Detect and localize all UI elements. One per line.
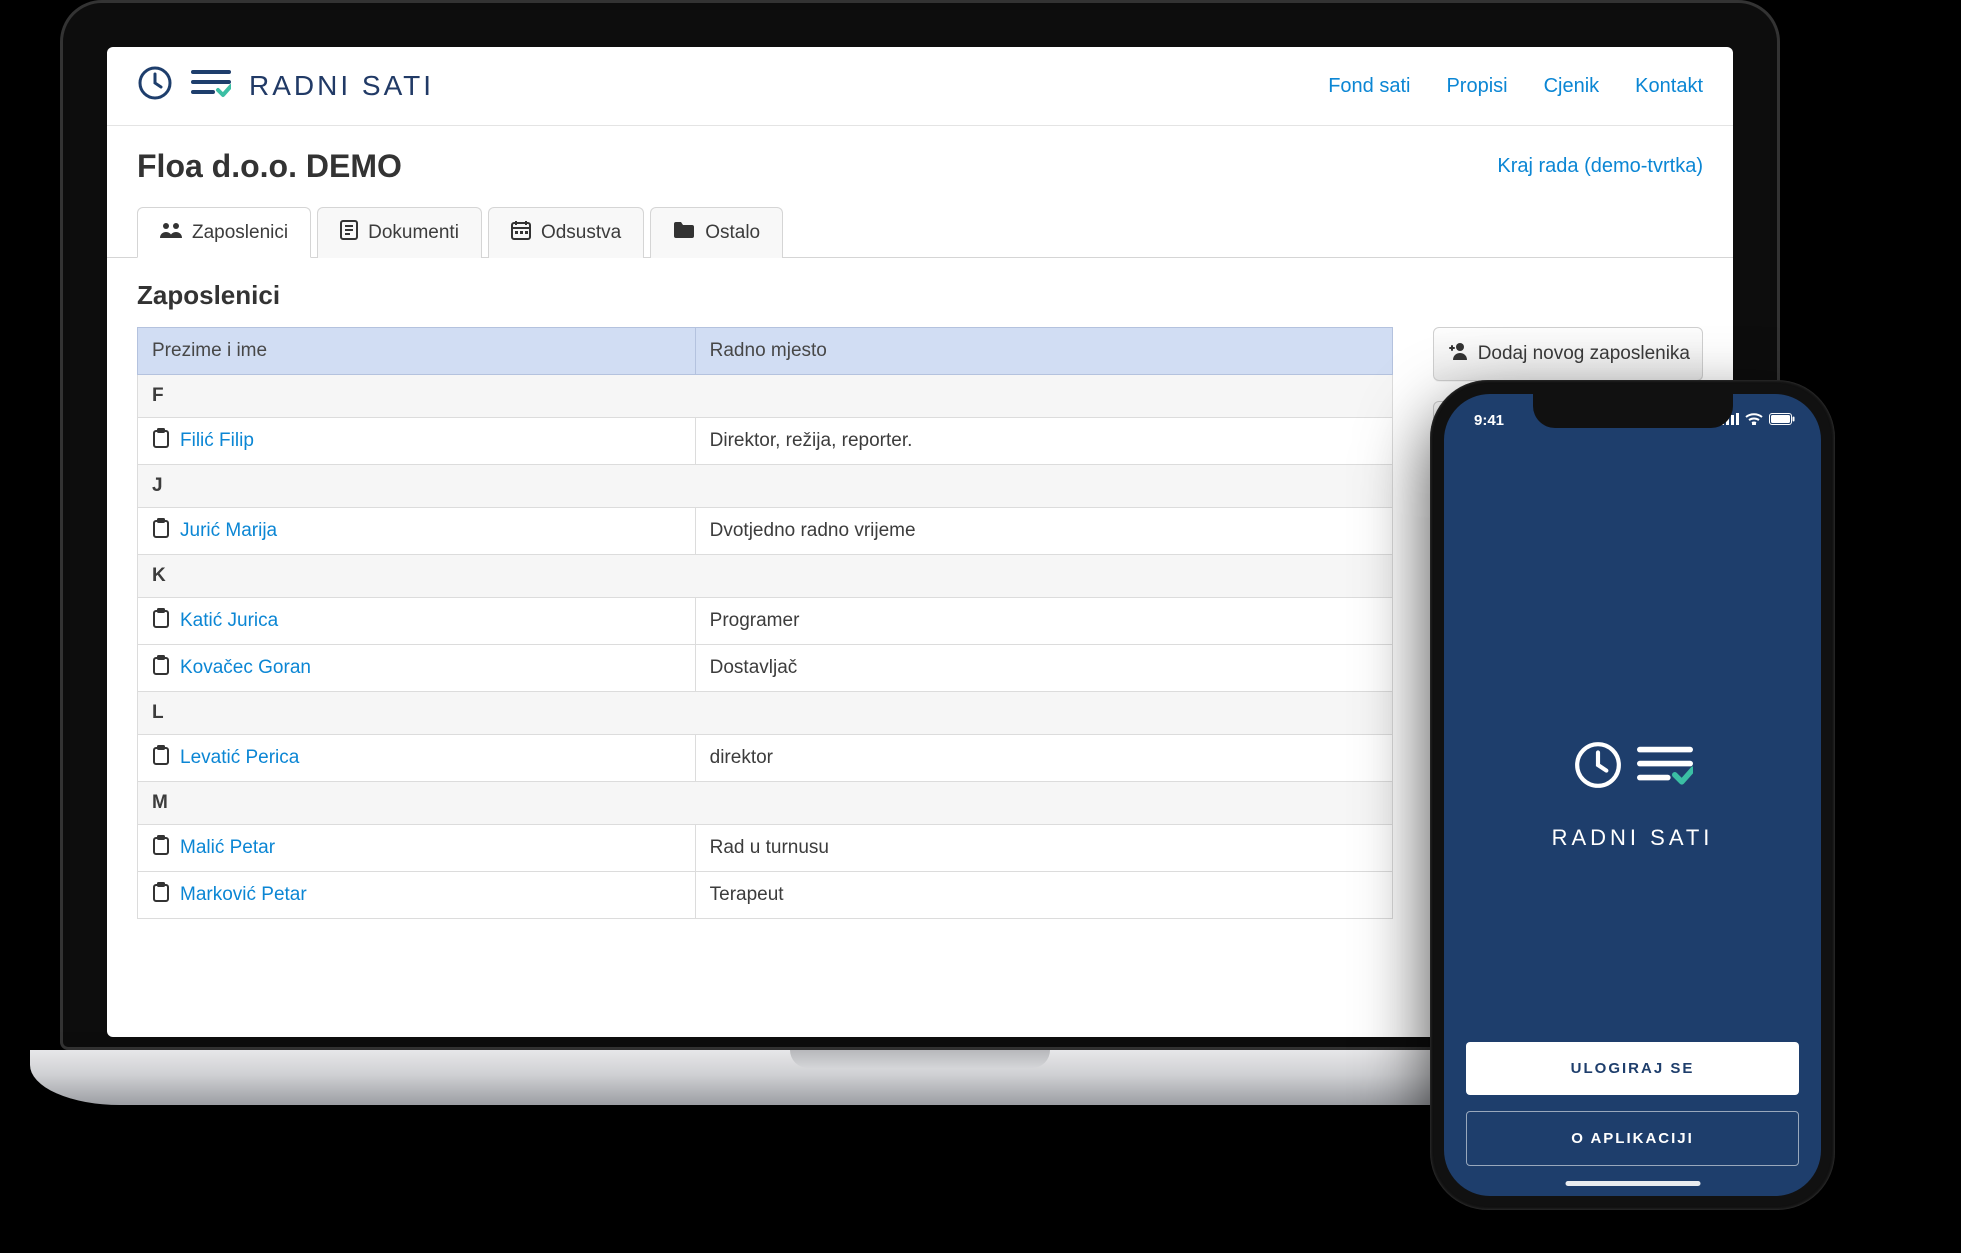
employee-job-cell: Direktor, režija, reporter. xyxy=(695,418,1392,465)
clipboard-icon xyxy=(152,835,170,861)
table-row[interactable]: Levatić Perica direktor xyxy=(138,735,1393,782)
topnav: Fond sati Propisi Cjenik Kontakt xyxy=(1328,75,1703,98)
employee-link[interactable]: Filić Filip xyxy=(180,430,254,451)
nav-kontakt[interactable]: Kontakt xyxy=(1635,75,1703,98)
employee-job-cell: Rad u turnusu xyxy=(695,825,1392,872)
employee-name-cell[interactable]: Jurić Marija xyxy=(138,508,696,555)
employee-job-cell: Programer xyxy=(695,598,1392,645)
phone-brand-label: RADNI SATI xyxy=(1552,825,1714,851)
phone-device: 9:41 RADNI SATI ULOGIRAJ SE O APLIKACIJI xyxy=(1430,380,1835,1210)
tab-label: Zaposlenici xyxy=(192,222,288,244)
letter-divider: M xyxy=(138,782,1393,825)
tab-ostalo[interactable]: Ostalo xyxy=(650,207,783,258)
tab-label: Ostalo xyxy=(705,222,760,244)
nav-cjenik[interactable]: Cjenik xyxy=(1544,75,1600,98)
employee-name-cell[interactable]: Marković Petar xyxy=(138,872,696,919)
add-employee-label: Dodaj novog zaposlenika xyxy=(1478,343,1690,365)
phone-frame: 9:41 RADNI SATI ULOGIRAJ SE O APLIKACIJI xyxy=(1430,380,1835,1210)
phone-login-button[interactable]: ULOGIRAJ SE xyxy=(1466,1042,1799,1095)
employee-table-wrapper: Prezime i ime Radno mjesto F Filić Filip D… xyxy=(137,327,1393,919)
phone-button-group: ULOGIRAJ SE O APLIKACIJI xyxy=(1444,1042,1821,1166)
employee-link[interactable]: Kovačec Goran xyxy=(180,657,311,678)
nav-propisi[interactable]: Propisi xyxy=(1446,75,1507,98)
letter-divider: K xyxy=(138,555,1393,598)
clipboard-icon xyxy=(152,518,170,544)
letter-divider: F xyxy=(138,375,1393,418)
nav-fond-sati[interactable]: Fond sati xyxy=(1328,75,1410,98)
employee-job-cell: Dostavljač xyxy=(695,645,1392,692)
phone-notch xyxy=(1533,394,1733,428)
brand-label: RADNI SATI xyxy=(249,70,434,102)
employee-link[interactable]: Malić Petar xyxy=(180,837,275,858)
tab-dokumenti[interactable]: Dokumenti xyxy=(317,207,482,258)
add-employee-button[interactable]: Dodaj novog zaposlenika xyxy=(1433,327,1703,381)
employee-name-cell[interactable]: Filić Filip xyxy=(138,418,696,465)
laptop-hinge-notch xyxy=(790,1050,1050,1068)
company-bar: Floa d.o.o. DEMO Kraj rada (demo-tvrtka) xyxy=(107,126,1733,207)
tab-zaposlenici[interactable]: Zaposlenici xyxy=(137,207,311,258)
list-check-icon xyxy=(1637,744,1693,791)
list-check-icon xyxy=(191,68,231,104)
document-icon xyxy=(340,220,358,246)
folder-icon xyxy=(673,221,695,245)
employee-link[interactable]: Jurić Marija xyxy=(180,520,277,541)
people-icon xyxy=(160,222,182,244)
employee-job-cell: Dvotjedno radno vrijeme xyxy=(695,508,1392,555)
table-row[interactable]: Marković Petar Terapeut xyxy=(138,872,1393,919)
home-indicator[interactable] xyxy=(1565,1181,1700,1186)
phone-about-button[interactable]: O APLIKACIJI xyxy=(1466,1111,1799,1166)
table-row[interactable]: Malić Petar Rad u turnusu xyxy=(138,825,1393,872)
letter-divider: L xyxy=(138,692,1393,735)
clipboard-icon xyxy=(152,882,170,908)
clipboard-icon xyxy=(152,608,170,634)
clipboard-icon xyxy=(152,745,170,771)
table-row[interactable]: Filić Filip Direktor, režija, reporter. xyxy=(138,418,1393,465)
calendar-icon xyxy=(511,220,531,246)
clipboard-icon xyxy=(152,428,170,454)
clipboard-icon xyxy=(152,655,170,681)
company-title: Floa d.o.o. DEMO xyxy=(137,148,402,185)
th-name[interactable]: Prezime i ime xyxy=(138,328,696,375)
clock-icon xyxy=(1573,740,1623,795)
employee-link[interactable]: Marković Petar xyxy=(180,884,307,905)
employee-job-cell: direktor xyxy=(695,735,1392,782)
tab-label: Odsustva xyxy=(541,222,621,244)
table-row[interactable]: Kovačec Goran Dostavljač xyxy=(138,645,1393,692)
employee-name-cell[interactable]: Levatić Perica xyxy=(138,735,696,782)
employee-name-cell[interactable]: Katić Jurica xyxy=(138,598,696,645)
table-row[interactable]: Katić Jurica Programer xyxy=(138,598,1393,645)
employee-table: Prezime i ime Radno mjesto F Filić Filip D… xyxy=(137,327,1393,919)
employee-name-cell[interactable]: Kovačec Goran xyxy=(138,645,696,692)
employee-link[interactable]: Katić Jurica xyxy=(180,610,278,631)
clock-icon xyxy=(137,65,173,107)
employee-job-cell: Terapeut xyxy=(695,872,1392,919)
main-tabs: Zaposlenici Dokumenti Odsustva Ostalo xyxy=(107,207,1733,258)
letter-divider: J xyxy=(138,465,1393,508)
employee-name-cell[interactable]: Malić Petar xyxy=(138,825,696,872)
end-session-link[interactable]: Kraj rada (demo-tvrtka) xyxy=(1497,155,1703,178)
person-plus-icon xyxy=(1446,342,1468,366)
brand[interactable]: RADNI SATI xyxy=(137,65,434,107)
phone-brand-logo xyxy=(1573,740,1693,795)
tab-odsustva[interactable]: Odsustva xyxy=(488,207,644,258)
employee-link[interactable]: Levatić Perica xyxy=(180,747,299,768)
topbar: RADNI SATI Fond sati Propisi Cjenik Kont… xyxy=(107,47,1733,126)
th-job[interactable]: Radno mjesto xyxy=(695,328,1392,375)
section-title: Zaposlenici xyxy=(107,258,1733,327)
table-row[interactable]: Jurić Marija Dvotjedno radno vrijeme xyxy=(138,508,1393,555)
tab-label: Dokumenti xyxy=(368,222,459,244)
phone-screen: 9:41 RADNI SATI ULOGIRAJ SE O APLIKACIJI xyxy=(1444,394,1821,1196)
